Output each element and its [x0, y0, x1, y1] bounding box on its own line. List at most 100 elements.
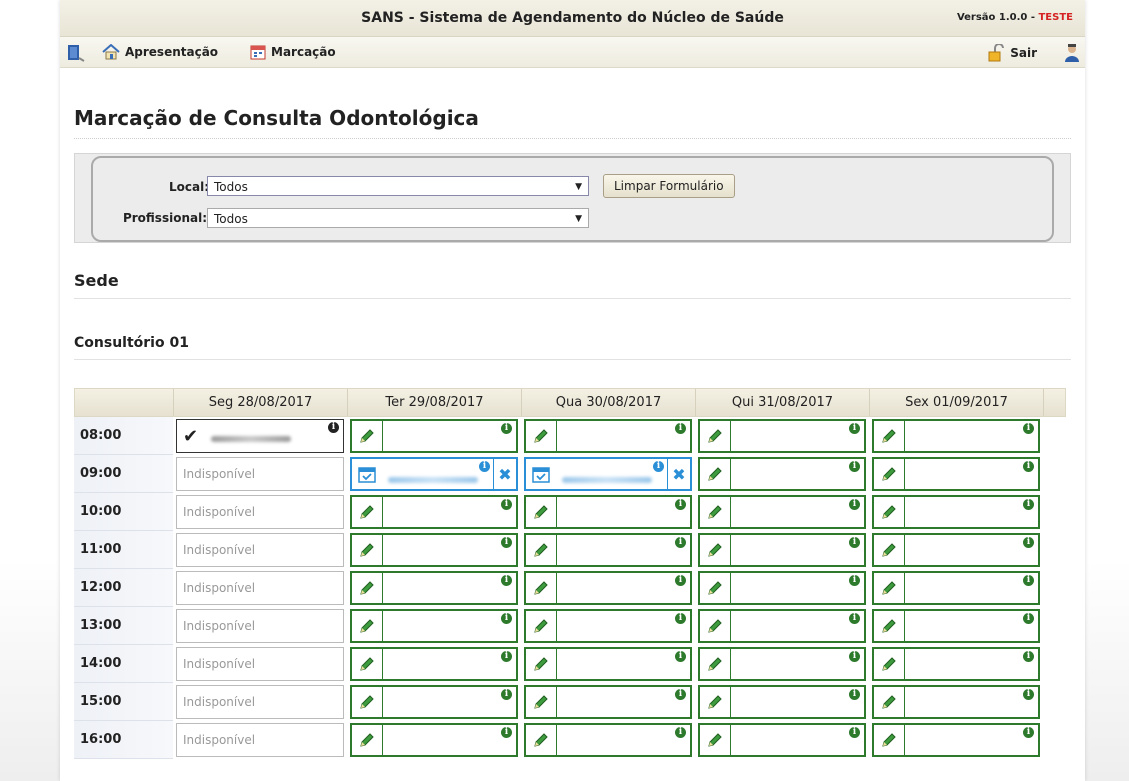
slot-available[interactable]: i: [524, 533, 692, 567]
slot-available[interactable]: i: [698, 533, 866, 567]
slot-available[interactable]: i: [872, 495, 1040, 529]
edit-slot-button[interactable]: [700, 687, 731, 717]
edit-slot-button[interactable]: [526, 687, 557, 717]
edit-slot-button[interactable]: [700, 725, 731, 755]
slot-available[interactable]: i: [524, 723, 692, 757]
info-icon[interactable]: i: [1023, 651, 1034, 662]
clear-form-button[interactable]: Limpar Formulário: [603, 174, 735, 198]
book-icon[interactable]: [66, 44, 86, 62]
info-icon[interactable]: i: [849, 689, 860, 700]
edit-slot-button[interactable]: [526, 421, 557, 451]
edit-slot-button[interactable]: [526, 611, 557, 641]
slot-available[interactable]: i: [872, 419, 1040, 453]
slot-booked[interactable]: i ✖: [350, 457, 518, 491]
cancel-booking-button[interactable]: ✖: [493, 459, 516, 489]
edit-slot-button[interactable]: [874, 725, 905, 755]
edit-slot-button[interactable]: [700, 497, 731, 527]
edit-slot-button[interactable]: [352, 497, 383, 527]
info-icon[interactable]: i: [849, 423, 860, 434]
edit-slot-button[interactable]: [352, 573, 383, 603]
edit-slot-button[interactable]: [874, 687, 905, 717]
info-icon[interactable]: i: [849, 575, 860, 586]
info-icon[interactable]: i: [1023, 423, 1034, 434]
info-icon[interactable]: i: [675, 689, 686, 700]
nav-apresentacao[interactable]: Apresentação: [102, 44, 218, 60]
edit-slot-button[interactable]: [874, 421, 905, 451]
slot-available[interactable]: i: [698, 419, 866, 453]
info-icon[interactable]: i: [501, 423, 512, 434]
slot-available[interactable]: i: [524, 419, 692, 453]
info-icon[interactable]: i: [1023, 727, 1034, 738]
slot-available[interactable]: i: [524, 495, 692, 529]
edit-slot-button[interactable]: [700, 649, 731, 679]
slot-available[interactable]: i: [524, 685, 692, 719]
edit-slot-button[interactable]: [874, 459, 905, 489]
info-icon[interactable]: i: [849, 499, 860, 510]
edit-slot-button[interactable]: [352, 687, 383, 717]
info-icon[interactable]: i: [849, 613, 860, 624]
edit-slot-button[interactable]: [874, 497, 905, 527]
logout-button[interactable]: Sair: [987, 44, 1037, 62]
slot-available[interactable]: i: [524, 609, 692, 643]
slot-available[interactable]: i: [350, 533, 518, 567]
slot-available[interactable]: i: [350, 647, 518, 681]
slot-available[interactable]: i: [350, 419, 518, 453]
info-icon[interactable]: i: [653, 461, 664, 472]
edit-slot-button[interactable]: [874, 573, 905, 603]
info-icon[interactable]: i: [1023, 499, 1034, 510]
slot-available[interactable]: i: [698, 647, 866, 681]
slot-available[interactable]: i: [350, 495, 518, 529]
edit-slot-button[interactable]: [352, 611, 383, 641]
slot-available[interactable]: i: [872, 685, 1040, 719]
slot-available[interactable]: i: [698, 571, 866, 605]
cancel-booking-button[interactable]: ✖: [667, 459, 690, 489]
info-icon[interactable]: i: [675, 613, 686, 624]
info-icon[interactable]: i: [501, 727, 512, 738]
info-icon[interactable]: i: [675, 575, 686, 586]
slot-available[interactable]: i: [524, 571, 692, 605]
info-icon[interactable]: i: [501, 575, 512, 586]
slot-available[interactable]: i: [872, 457, 1040, 491]
edit-slot-button[interactable]: [700, 573, 731, 603]
slot-available[interactable]: i: [524, 647, 692, 681]
edit-slot-button[interactable]: [352, 725, 383, 755]
slot-confirmed[interactable]: ✔ i: [176, 419, 344, 453]
edit-slot-button[interactable]: [874, 611, 905, 641]
info-icon[interactable]: i: [328, 422, 339, 433]
slot-available[interactable]: i: [698, 457, 866, 491]
slot-available[interactable]: i: [350, 685, 518, 719]
info-icon[interactable]: i: [675, 537, 686, 548]
slot-available[interactable]: i: [698, 723, 866, 757]
info-icon[interactable]: i: [501, 689, 512, 700]
edit-slot-button[interactable]: [352, 421, 383, 451]
slot-available[interactable]: i: [350, 571, 518, 605]
slot-booked[interactable]: i ✖: [524, 457, 692, 491]
info-icon[interactable]: i: [479, 461, 490, 472]
info-icon[interactable]: i: [675, 499, 686, 510]
slot-available[interactable]: i: [350, 609, 518, 643]
info-icon[interactable]: i: [1023, 537, 1034, 548]
info-icon[interactable]: i: [675, 651, 686, 662]
user-icon[interactable]: [1063, 44, 1081, 64]
edit-slot-button[interactable]: [526, 497, 557, 527]
edit-slot-button[interactable]: [874, 649, 905, 679]
edit-slot-button[interactable]: [700, 535, 731, 565]
local-select[interactable]: Todos ▼: [207, 176, 589, 196]
slot-available[interactable]: i: [872, 533, 1040, 567]
edit-slot-button[interactable]: [700, 611, 731, 641]
edit-slot-button[interactable]: [526, 649, 557, 679]
nav-marcacao[interactable]: Marcação: [250, 44, 336, 60]
info-icon[interactable]: i: [501, 537, 512, 548]
info-icon[interactable]: i: [675, 727, 686, 738]
edit-slot-button[interactable]: [874, 535, 905, 565]
slot-available[interactable]: i: [872, 609, 1040, 643]
info-icon[interactable]: i: [849, 537, 860, 548]
info-icon[interactable]: i: [1023, 461, 1034, 472]
info-icon[interactable]: i: [1023, 689, 1034, 700]
slot-available[interactable]: i: [698, 609, 866, 643]
info-icon[interactable]: i: [1023, 613, 1034, 624]
info-icon[interactable]: i: [501, 499, 512, 510]
edit-slot-button[interactable]: [526, 573, 557, 603]
edit-slot-button[interactable]: [700, 421, 731, 451]
profissional-select[interactable]: Todos ▼: [207, 208, 589, 228]
